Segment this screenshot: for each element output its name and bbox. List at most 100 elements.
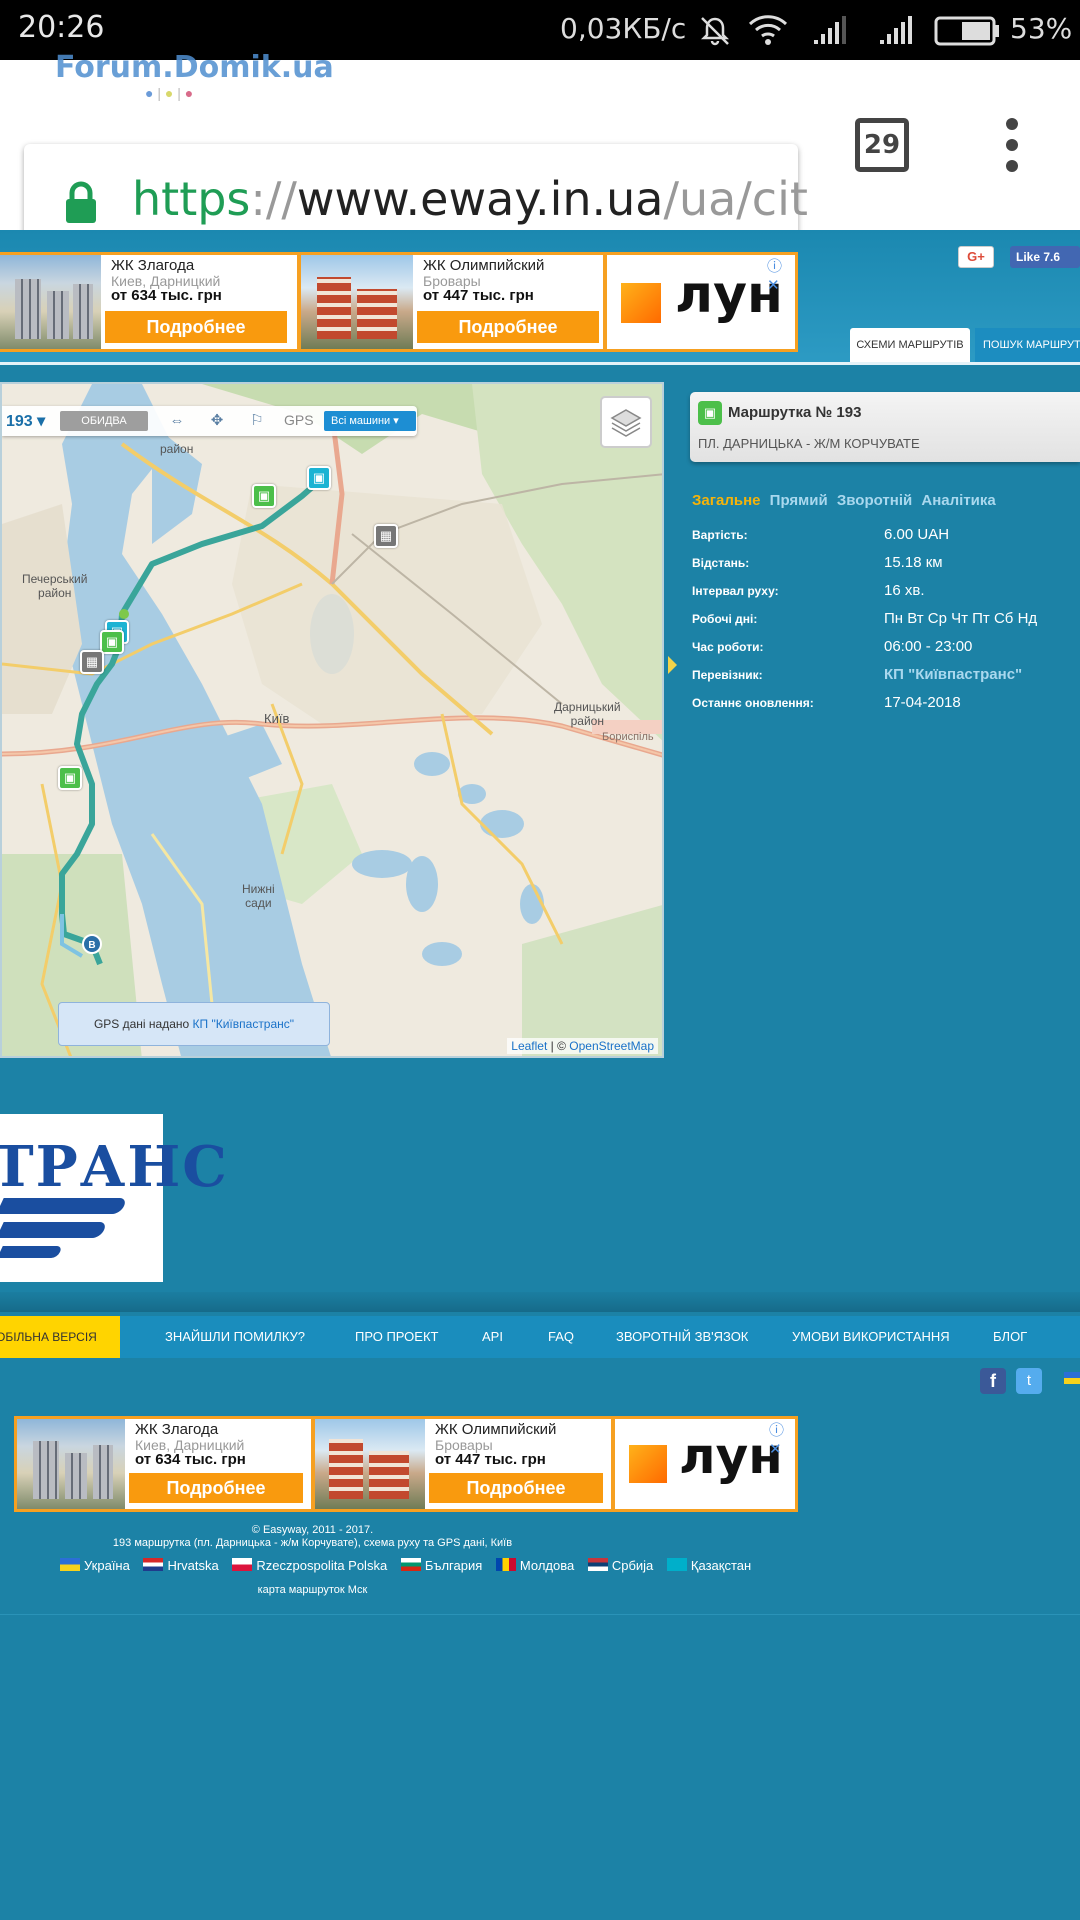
lang-poland[interactable]: Rzeczpospolita Polska bbox=[232, 1558, 387, 1573]
ad-banner-bottom[interactable]: ЖК Злагода Киев, Дарницкий от 634 тыс. г… bbox=[14, 1416, 798, 1512]
route-map[interactable]: B район Печерський район Київ Дарницький… bbox=[0, 382, 664, 1058]
ad-button-2[interactable]: Подробнее bbox=[417, 311, 599, 343]
nav-blog[interactable]: БЛОГ bbox=[993, 1316, 1027, 1358]
map-label-kyiv: Київ bbox=[264, 711, 290, 726]
flag-kazakhstan-icon bbox=[666, 1558, 687, 1571]
tab-general[interactable]: Загальне bbox=[692, 492, 760, 509]
ad-button-4[interactable]: Подробнее bbox=[429, 1473, 603, 1503]
ad-button-3[interactable]: Подробнее bbox=[129, 1473, 303, 1503]
bus-stop-icon[interactable]: ▣ bbox=[100, 630, 124, 654]
flag-ukraine-icon bbox=[60, 1558, 80, 1571]
info-value-distance: 15.18 км bbox=[884, 554, 943, 571]
lang-bulgaria[interactable]: България bbox=[400, 1558, 482, 1573]
lang-ukraine[interactable]: Україна bbox=[60, 1558, 130, 1573]
bus-stop-icon[interactable]: ▣ bbox=[252, 484, 276, 508]
stops-icon[interactable]: ⚐ bbox=[246, 411, 268, 431]
ad-price-1: от 634 тыс. грн bbox=[111, 287, 222, 304]
panel-toggle-arrow[interactable] bbox=[668, 656, 677, 674]
facebook-like-button[interactable]: Like 7.6 bbox=[1010, 246, 1080, 268]
carrier-logo[interactable]: ТРАНС bbox=[0, 1114, 227, 1282]
status-time: 20:26 bbox=[18, 10, 105, 45]
tab-forward[interactable]: Прямий bbox=[770, 492, 828, 509]
wifi-icon bbox=[748, 15, 788, 45]
tab-analytics[interactable]: Аналітика bbox=[921, 492, 995, 509]
lang-kazakhstan[interactable]: Қазақстан bbox=[666, 1558, 751, 1573]
layers-button[interactable] bbox=[600, 396, 652, 448]
svg-text:B: B bbox=[88, 940, 95, 951]
leaflet-link[interactable]: Leaflet bbox=[511, 1039, 547, 1053]
nav-terms[interactable]: УМОВИ ВИКОРИСТАННЯ bbox=[792, 1316, 950, 1358]
ad-card-3[interactable]: ЖК Злагода Киев, Дарницкий от 634 тыс. г… bbox=[17, 1419, 311, 1509]
footer-map-link[interactable]: карта маршруток Мск bbox=[0, 1584, 625, 1596]
url-text[interactable]: https://www.eway.in.ua/ua/cit bbox=[132, 172, 808, 226]
ad-card-4[interactable]: ЖК Олимпийский Бровары от 447 тыс. грн П… bbox=[315, 1419, 611, 1509]
nav-faq[interactable]: FAQ bbox=[548, 1316, 574, 1358]
lun-logo-bottom[interactable]: лун bbox=[615, 1419, 795, 1509]
nav-feedback[interactable]: ЗВОРОТНІЙ ЗВ'ЯЗОК bbox=[616, 1316, 748, 1358]
twitter-icon[interactable]: t bbox=[1016, 1368, 1042, 1394]
footer-bottom-line bbox=[0, 1614, 1080, 1615]
ad-banner-top[interactable]: ЖК Злагода Киев, Дарницкий от 634 тыс. г… bbox=[0, 252, 798, 352]
ad-title-2: ЖК Олимпийский bbox=[423, 257, 545, 274]
info-label-hours: Час роботи: bbox=[692, 640, 764, 654]
map-label-boryspil: Бориспіль bbox=[602, 731, 654, 743]
tab-reverse[interactable]: Зворотній bbox=[837, 492, 912, 509]
lang-croatia[interactable]: Hrvatska bbox=[143, 1558, 219, 1573]
fit-bounds-icon[interactable]: ⇔ bbox=[166, 411, 188, 431]
route-subtitle: ПЛ. ДАРНИЦЬКА - Ж/М КОРЧУВАТЕ bbox=[698, 436, 920, 451]
ad-title-1: ЖК Злагода bbox=[111, 257, 195, 274]
battery-icon bbox=[934, 16, 999, 46]
mobile-version-link[interactable]: МОБІЛЬНА ВЕРСІЯ bbox=[0, 1316, 120, 1358]
google-plus-button[interactable]: G+ bbox=[958, 246, 994, 268]
direction-both-button[interactable]: ОБИДВА bbox=[60, 411, 148, 431]
menu-icon[interactable] bbox=[1000, 118, 1024, 174]
ad-image-2 bbox=[301, 255, 413, 349]
ad-image-1 bbox=[0, 255, 101, 349]
tab-route-schemes[interactable]: СХЕМИ МАРШРУТІВ bbox=[850, 328, 970, 362]
ad-price-4: от 447 тыс. грн bbox=[435, 1451, 546, 1468]
tab-switcher-button[interactable]: 29 bbox=[855, 118, 909, 172]
info-label-workdays: Робочі дні: bbox=[692, 612, 758, 626]
ad-close-icon[interactable]: ⓘ ✕ bbox=[767, 255, 795, 294]
ad-button-1[interactable]: Подробнее bbox=[105, 311, 287, 343]
footer-nav: МОБІЛЬНА ВЕРСІЯ ЗНАЙШЛИ ПОМИЛКУ? ПРО ПРО… bbox=[0, 1316, 1080, 1358]
battery-percent: 53% bbox=[1010, 12, 1073, 45]
bus-stop-icon[interactable]: ▣ bbox=[307, 466, 331, 490]
info-label-updated: Останнє оновлення: bbox=[692, 696, 814, 710]
flag-croatia-icon bbox=[143, 1558, 164, 1571]
signal-icon-2 bbox=[880, 16, 912, 44]
gps-source-link[interactable]: КП "Київпастранс" bbox=[193, 1017, 295, 1031]
all-vehicles-dropdown[interactable]: Всі машини ▾ bbox=[324, 411, 416, 431]
gps-button[interactable]: GPS bbox=[284, 412, 314, 428]
flag-poland-icon bbox=[232, 1558, 253, 1571]
ad-card-1[interactable]: ЖК Злагода Киев, Дарницкий от 634 тыс. г… bbox=[0, 255, 297, 349]
osm-link[interactable]: OpenStreetMap bbox=[569, 1039, 654, 1053]
nav-about[interactable]: ПРО ПРОЕКТ bbox=[355, 1316, 438, 1358]
nav-api[interactable]: API bbox=[482, 1316, 503, 1358]
lang-moldova[interactable]: Молдова bbox=[495, 1558, 574, 1573]
watermark: Forum.Domik.ua bbox=[55, 50, 334, 85]
carrier-logo-wing bbox=[0, 1222, 108, 1238]
ad-image-3 bbox=[17, 1419, 125, 1509]
facebook-icon[interactable]: f bbox=[980, 1368, 1006, 1394]
carrier-logo-wing bbox=[0, 1246, 63, 1258]
pan-icon[interactable]: ✥ bbox=[206, 411, 228, 431]
map-label-nyzhni-sady: Нижні сади bbox=[242, 882, 275, 910]
carrier-link[interactable]: КП "Київпастранс" bbox=[884, 666, 1022, 683]
info-label-distance: Відстань: bbox=[692, 556, 750, 570]
ad-price-2: от 447 тыс. грн bbox=[423, 287, 534, 304]
tab-route-search[interactable]: ПОШУК МАРШРУТ bbox=[975, 328, 1080, 362]
ad-card-2[interactable]: ЖК Олимпийский Бровары от 447 тыс. грн П… bbox=[301, 255, 603, 349]
info-value-price: 6.00 UAH bbox=[884, 526, 950, 543]
bus-depot-icon[interactable]: ▦ bbox=[80, 650, 104, 674]
footer-description: 193 маршрутка (пл. Дарницька - ж/м Корчу… bbox=[112, 1537, 513, 1549]
route-selector[interactable]: 193 ▾ bbox=[6, 411, 45, 431]
lang-serbia[interactable]: Србија bbox=[587, 1558, 653, 1573]
bus-stop-icon[interactable]: ▣ bbox=[58, 766, 82, 790]
tram-depot-icon[interactable]: ▦ bbox=[374, 524, 398, 548]
flag-moldova-icon bbox=[495, 1558, 516, 1571]
ukraine-flag-icon[interactable] bbox=[1064, 1372, 1080, 1384]
route-info-tabs: Загальне Прямий Зворотній Аналітика bbox=[692, 492, 1001, 509]
ad-close-icon[interactable]: ⓘ ✕ bbox=[769, 1419, 795, 1458]
nav-report-error[interactable]: ЗНАЙШЛИ ПОМИЛКУ? bbox=[165, 1316, 305, 1358]
